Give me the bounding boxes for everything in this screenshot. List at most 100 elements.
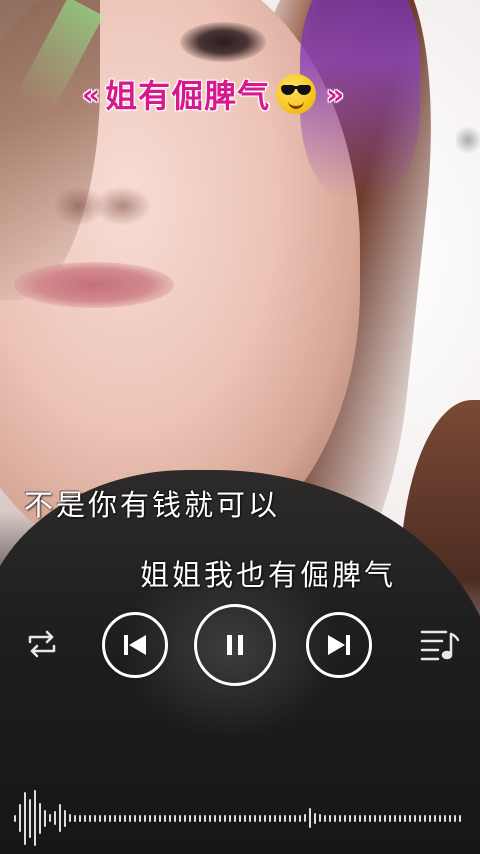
waveform-bar [294,814,296,822]
waveform-bar [149,814,151,822]
waveform-bar [129,814,131,822]
waveform-bar [379,814,381,822]
waveform-bar [359,814,361,822]
waveform-bar [219,814,221,822]
waveform-bar [59,804,61,832]
waveform-bar [239,814,241,822]
waveform-bar [164,814,166,822]
lyric-line-1: 不是你有钱就可以 [24,488,281,522]
waveform-bar [74,814,76,822]
waveform-bar [344,814,346,822]
waveform-bar [64,809,66,827]
waveform-bar [39,802,41,834]
previous-icon [124,635,146,655]
waveform-bar [119,814,121,822]
waveform-bar [204,814,206,822]
waveform-bar [84,814,86,822]
waveform-bar [454,814,456,822]
open-quote: « [82,77,102,111]
waveform-bar [159,814,161,822]
waveform-bar [19,804,21,832]
previous-button[interactable] [102,612,168,678]
waveform-bar [244,814,246,822]
waveform-bar [104,814,106,822]
waveform-bar [14,814,16,822]
waveform-bar [339,814,341,822]
waveform-bar [289,814,291,822]
waveform-bar [114,814,116,822]
waveform-bar [319,814,321,822]
nose [40,150,150,230]
waveform-bar [459,814,461,822]
waveform-bar [209,814,211,822]
waveform-bar [334,814,336,822]
waveform-bar [449,814,451,822]
waveform-bar [199,814,201,822]
waveform-bar [79,814,81,822]
waveform-bar [134,814,136,822]
waveform-bar [259,814,261,822]
earring [456,120,480,160]
waveform-bar [364,814,366,822]
waveform-bar [304,814,306,822]
waveform-bar [389,814,391,822]
waveform-bar [174,814,176,822]
waveform-bar [54,811,56,825]
waveform-bar [429,814,431,822]
lips [14,262,174,308]
waveform-bar [314,812,316,824]
waveform-bar [329,814,331,822]
waveform-bar [234,814,236,822]
playlist-icon [420,630,460,661]
waveform-bar [69,814,71,822]
next-button[interactable] [306,612,372,678]
lyric-line-2: 姐姐我也有倔脾气 [140,558,397,592]
pause-icon [227,635,243,655]
waveform-bar [409,814,411,822]
waveform-bar [394,814,396,822]
waveform-bar [49,814,51,822]
video-background [0,0,480,854]
waveform-bar [124,814,126,822]
waveform-bar [324,814,326,822]
waveform-bar [264,814,266,822]
waveform-bar [424,814,426,822]
close-quote: » [326,77,346,111]
waveform-bar [29,798,31,838]
waveform-bar [34,790,36,846]
waveform-bar [444,814,446,822]
waveform-bar [194,814,196,822]
audio-waveform [14,788,466,848]
eye [180,22,266,62]
waveform-bar [254,814,256,822]
waveform-bar [44,809,46,827]
waveform-bar [399,814,401,822]
waveform-bar [349,814,351,822]
pause-button[interactable] [194,604,276,686]
next-icon [328,635,350,655]
waveform-bar [369,814,371,822]
playlist-button[interactable] [418,624,462,664]
waveform-bar [89,814,91,822]
waveform-bar [144,814,146,822]
waveform-bar [214,814,216,822]
waveform-bar [354,814,356,822]
waveform-bar [284,814,286,822]
waveform-bar [94,814,96,822]
sunglasses-emoji-icon [276,74,317,114]
waveform-bar [384,814,386,822]
repeat-icon [28,630,56,658]
waveform-bar [414,814,416,822]
waveform-bar [404,814,406,822]
repeat-button[interactable] [22,624,62,664]
waveform-bar [139,814,141,822]
waveform-bar [249,814,251,822]
overlay-title: « 姐有倔脾气 » [78,64,349,124]
waveform-bar [269,814,271,822]
waveform-bar [224,814,226,822]
waveform-bar [154,814,156,822]
waveform-bar [229,814,231,822]
overlay-title-text: 姐有倔脾气 [105,77,271,115]
waveform-bar [189,814,191,822]
waveform-bar [179,814,181,822]
